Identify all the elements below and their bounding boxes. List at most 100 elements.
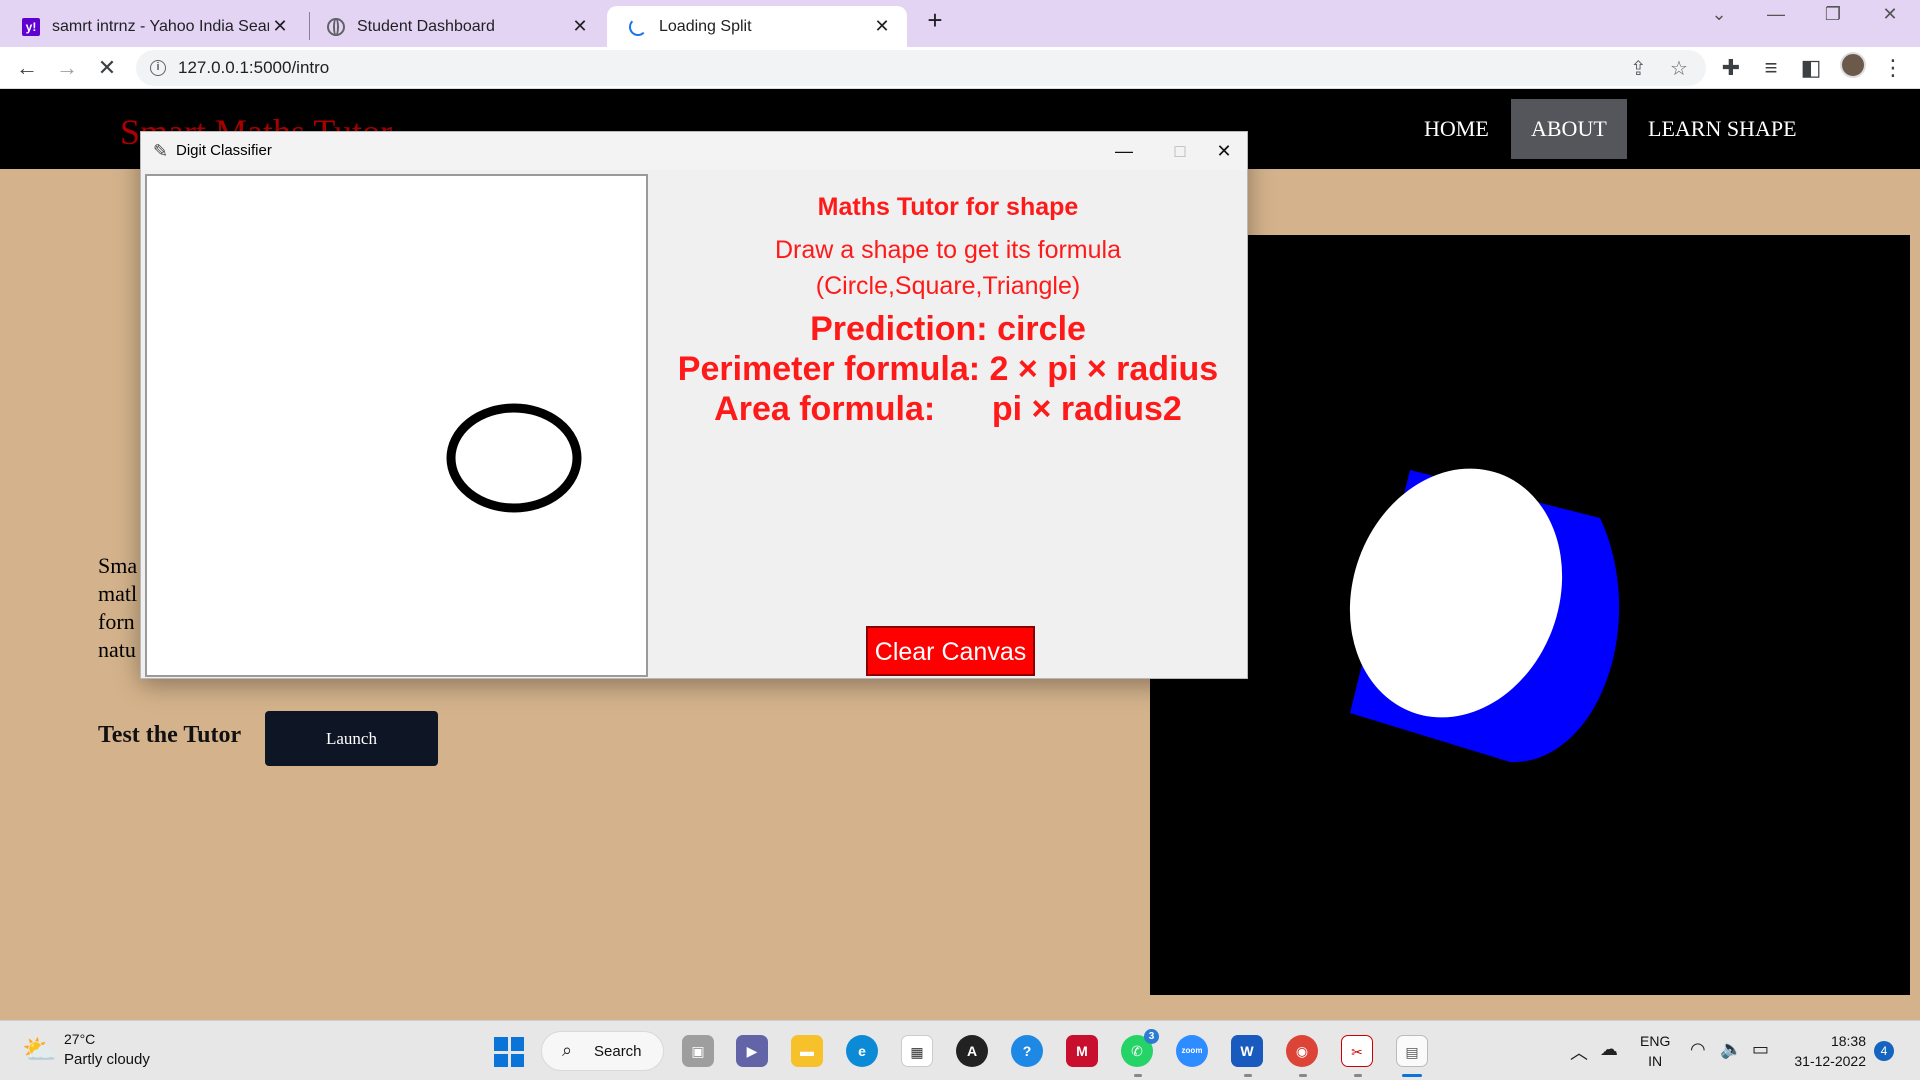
wifi-icon[interactable]: ◠ bbox=[1690, 1039, 1706, 1060]
close-tab-icon[interactable]: ✕ bbox=[269, 16, 291, 37]
active-indicator bbox=[1402, 1074, 1422, 1077]
digit-classifier-window: ✎ Digit Classifier — □ ✕ Maths Tutor for… bbox=[140, 131, 1248, 679]
extensions-icon[interactable]: ✚ bbox=[1717, 54, 1745, 82]
instruction-shapes: (Circle,Square,Triangle) bbox=[815, 272, 1081, 300]
onedrive-icon[interactable]: ☁ bbox=[1600, 1039, 1618, 1060]
menu-icon[interactable]: ⋮ bbox=[1879, 54, 1907, 82]
search-icon: ⌕ bbox=[562, 1040, 573, 1060]
running-indicator bbox=[1354, 1074, 1362, 1077]
windows-taskbar: ⛅ 27°C Partly cloudy ⌕ Search ▣ ▶ ▬ e ▦ … bbox=[0, 1020, 1920, 1080]
panel-heading: Maths Tutor for shape bbox=[817, 193, 1079, 221]
side-panel-icon[interactable]: ◧ bbox=[1797, 54, 1825, 82]
intro-paragraph: Sma matl forn natu bbox=[98, 552, 137, 664]
instruction-text: Draw a shape to get its formula bbox=[775, 236, 1121, 264]
globe-icon bbox=[327, 17, 345, 36]
shape-3d-canvas[interactable] bbox=[1150, 235, 1910, 995]
whatsapp-badge: 3 bbox=[1144, 1029, 1159, 1044]
task-view-icon[interactable]: ▣ bbox=[682, 1035, 714, 1067]
forward-icon[interactable]: → bbox=[53, 54, 81, 82]
windows-start-icon[interactable] bbox=[494, 1037, 524, 1067]
edge-icon[interactable]: e bbox=[846, 1035, 878, 1067]
profile-avatar[interactable] bbox=[1840, 52, 1866, 78]
drawing-canvas[interactable] bbox=[145, 174, 648, 677]
area-formula: Area formula: pi × radius2 bbox=[714, 390, 1182, 428]
new-tab-button[interactable]: + bbox=[923, 6, 947, 34]
close-window-icon[interactable]: ✕ bbox=[1870, 4, 1910, 25]
system-clock[interactable]: 18:38 31-12-2022 bbox=[1790, 1031, 1866, 1071]
minimize-icon[interactable]: — bbox=[1756, 4, 1796, 25]
drawn-circle-stroke bbox=[446, 403, 582, 513]
cylinder-graphic bbox=[1349, 468, 1620, 763]
address-bar[interactable]: i 127.0.0.1:5000/intro ⇪ ☆ bbox=[136, 50, 1706, 86]
feather-icon: ✎ bbox=[153, 141, 169, 161]
whatsapp-icon[interactable]: ✆ 3 bbox=[1121, 1029, 1159, 1067]
teams-chat-icon[interactable]: ▶ bbox=[736, 1035, 768, 1067]
language-code: ENG bbox=[1640, 1033, 1671, 1049]
nav-home[interactable]: HOME bbox=[1404, 99, 1509, 159]
browser-tab-strip: y! samrt intrnz - Yahoo India Search ✕ S… bbox=[0, 0, 1920, 47]
clear-canvas-button[interactable]: Clear Canvas bbox=[866, 626, 1035, 676]
notification-count[interactable]: 4 bbox=[1874, 1041, 1894, 1061]
intro-line: natu bbox=[98, 637, 136, 662]
dialog-minimize-icon[interactable]: — bbox=[1101, 136, 1147, 166]
show-hidden-icons-icon[interactable]: ︿ bbox=[1570, 1039, 1588, 1065]
stop-loading-icon[interactable]: ✕ bbox=[93, 54, 121, 82]
tab-title: Student Dashboard bbox=[357, 17, 495, 35]
clock-time: 18:38 bbox=[1830, 1033, 1866, 1049]
test-tutor-label: Test the Tutor bbox=[98, 722, 242, 748]
running-indicator bbox=[1134, 1074, 1142, 1077]
tab-student-dashboard[interactable]: Student Dashboard ✕ bbox=[305, 6, 605, 47]
close-tab-icon[interactable]: ✕ bbox=[569, 16, 591, 37]
close-tab-icon[interactable]: ✕ bbox=[871, 16, 893, 37]
store-icon[interactable]: ▦ bbox=[901, 1035, 933, 1067]
dialog-maximize-icon[interactable]: □ bbox=[1157, 136, 1203, 166]
clock-date: 31-12-2022 bbox=[1794, 1053, 1866, 1069]
file-explorer-icon[interactable]: ▬ bbox=[791, 1035, 823, 1067]
back-icon[interactable]: ← bbox=[13, 54, 41, 82]
tab-loading-split[interactable]: Loading Split ✕ bbox=[607, 6, 907, 47]
weather-condition[interactable]: Partly cloudy bbox=[64, 1051, 150, 1068]
mcafee-icon[interactable]: M bbox=[1066, 1035, 1098, 1067]
url-text[interactable]: 127.0.0.1:5000/intro bbox=[178, 58, 329, 78]
word-icon[interactable]: W bbox=[1231, 1035, 1263, 1067]
running-indicator bbox=[1299, 1074, 1307, 1077]
intro-line: forn bbox=[98, 609, 135, 634]
tab-search-icon[interactable]: ⌄ bbox=[1699, 4, 1739, 25]
volume-icon[interactable]: 🔈 bbox=[1720, 1039, 1742, 1060]
intro-line: Sma bbox=[98, 553, 138, 578]
tab-yahoo-search[interactable]: y! samrt intrnz - Yahoo India Search ✕ bbox=[0, 6, 305, 47]
notepad-icon[interactable]: ▤ bbox=[1396, 1035, 1428, 1067]
app-a-icon[interactable]: A bbox=[956, 1035, 988, 1067]
tab-title: samrt intrnz - Yahoo India Search bbox=[52, 17, 269, 35]
launch-button[interactable]: Launch bbox=[265, 711, 438, 766]
browser-toolbar: ← → ✕ i 127.0.0.1:5000/intro ⇪ ☆ ✚ ≡ ◧ ⋮ bbox=[0, 47, 1920, 89]
taskbar-search-label: Search bbox=[594, 1043, 642, 1060]
taskbar-search[interactable]: ⌕ Search bbox=[541, 1031, 664, 1071]
weather-temperature[interactable]: 27°C bbox=[64, 1031, 95, 1047]
dialog-title: Digit Classifier bbox=[176, 142, 272, 159]
dialog-titlebar[interactable]: ✎ Digit Classifier — □ ✕ bbox=[141, 132, 1247, 170]
help-icon[interactable]: ? bbox=[1011, 1035, 1043, 1067]
media-queue-icon[interactable]: ≡ bbox=[1757, 54, 1785, 82]
nav-learn-shape[interactable]: LEARN SHAPE bbox=[1628, 99, 1817, 159]
language-indicator[interactable]: ENG IN bbox=[1640, 1031, 1670, 1071]
prediction-label: Prediction: circle bbox=[810, 310, 1086, 348]
intro-line: matl bbox=[98, 581, 138, 606]
perimeter-formula: Perimeter formula: 2 × pi × radius bbox=[677, 350, 1219, 388]
dialog-close-icon[interactable]: ✕ bbox=[1201, 136, 1247, 166]
site-info-icon[interactable]: i bbox=[150, 60, 166, 76]
restore-icon[interactable]: ❐ bbox=[1813, 4, 1853, 25]
region-code: IN bbox=[1648, 1053, 1663, 1069]
battery-icon[interactable]: ▭ bbox=[1752, 1039, 1769, 1060]
spinner-icon bbox=[629, 17, 647, 36]
bookmark-star-icon[interactable]: ☆ bbox=[1670, 56, 1688, 81]
share-icon[interactable]: ⇪ bbox=[1630, 56, 1647, 81]
running-indicator bbox=[1244, 1074, 1252, 1077]
nav-about[interactable]: ABOUT bbox=[1511, 99, 1627, 159]
chrome-icon[interactable]: ◉ bbox=[1286, 1035, 1318, 1067]
snipping-tool-icon[interactable]: ✂ bbox=[1341, 1035, 1373, 1067]
zoom-icon[interactable]: zoom bbox=[1176, 1035, 1208, 1067]
yahoo-icon: y! bbox=[22, 17, 40, 36]
weather-icon[interactable]: ⛅ bbox=[22, 1033, 57, 1066]
tab-title: Loading Split bbox=[659, 17, 752, 35]
